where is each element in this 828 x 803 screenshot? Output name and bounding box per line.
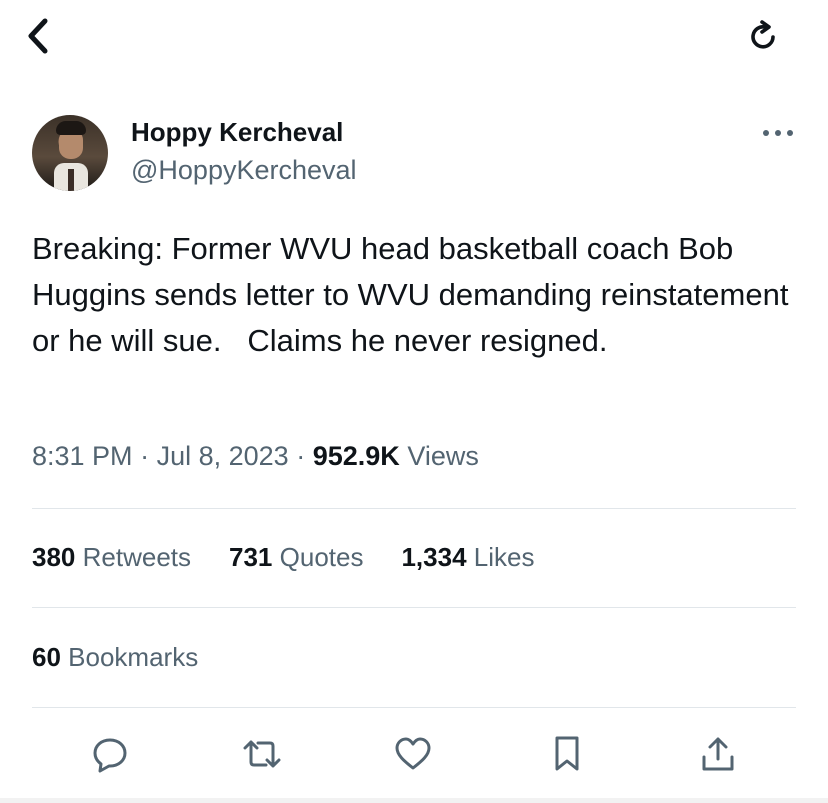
like-icon bbox=[395, 737, 431, 770]
bookmarks-count: 60 bbox=[32, 642, 61, 672]
avatar[interactable] bbox=[32, 115, 108, 191]
quotes-stat[interactable]: 731 Quotes bbox=[229, 542, 363, 573]
bookmarks-label: Bookmarks bbox=[68, 642, 199, 672]
retweet-button[interactable] bbox=[240, 732, 284, 776]
retweets-stat[interactable]: 380 Retweets bbox=[32, 542, 191, 573]
meta-separator: · bbox=[296, 441, 306, 471]
tweet-date[interactable]: Jul 8, 2023 bbox=[157, 441, 289, 471]
refresh-button[interactable] bbox=[742, 14, 786, 58]
meta-separator: · bbox=[140, 441, 150, 471]
views-count: 952.9K bbox=[312, 441, 400, 471]
divider bbox=[32, 707, 796, 708]
share-icon bbox=[702, 737, 734, 771]
divider bbox=[32, 508, 796, 509]
likes-stat[interactable]: 1,334 Likes bbox=[401, 542, 534, 573]
tweet-meta: 8:31 PM · Jul 8, 2023 · 952.9K Views bbox=[32, 441, 479, 472]
author-handle[interactable]: @HoppyKercheval bbox=[131, 155, 357, 186]
tweet-time[interactable]: 8:31 PM bbox=[32, 441, 133, 471]
bookmark-icon bbox=[555, 736, 579, 771]
views-label: Views bbox=[407, 441, 479, 471]
bottom-edge bbox=[0, 798, 828, 803]
engagement-stats: 380 Retweets 731 Quotes 1,334 Likes bbox=[32, 542, 534, 573]
share-button[interactable] bbox=[696, 732, 740, 776]
bookmark-button[interactable] bbox=[545, 732, 589, 776]
more-options-button[interactable] bbox=[758, 118, 798, 148]
refresh-icon bbox=[751, 20, 775, 49]
retweet-icon bbox=[243, 740, 281, 768]
back-button[interactable] bbox=[18, 14, 58, 58]
retweets-label: Retweets bbox=[82, 542, 192, 572]
likes-count: 1,334 bbox=[401, 542, 467, 572]
reply-button[interactable] bbox=[88, 732, 132, 776]
bookmarks-stat[interactable]: 60 Bookmarks bbox=[32, 642, 198, 673]
likes-label: Likes bbox=[473, 542, 535, 572]
retweets-count: 380 bbox=[32, 542, 76, 572]
like-button[interactable] bbox=[391, 732, 435, 776]
author-display-name[interactable]: Hoppy Kercheval bbox=[131, 117, 343, 148]
chevron-left-icon bbox=[28, 18, 48, 54]
quotes-count: 731 bbox=[229, 542, 273, 572]
more-icon bbox=[763, 130, 793, 136]
divider bbox=[32, 607, 796, 608]
reply-icon bbox=[93, 738, 127, 773]
quotes-label: Quotes bbox=[279, 542, 364, 572]
tweet-text: Breaking: Former WVU head basketball coa… bbox=[32, 231, 798, 358]
